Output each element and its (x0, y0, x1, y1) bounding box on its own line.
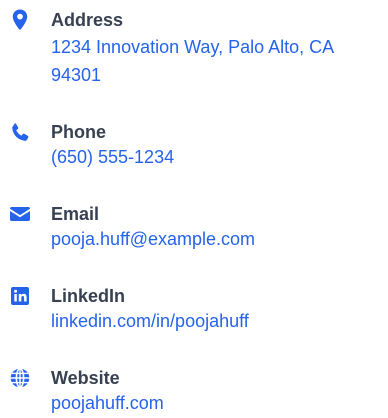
website-link[interactable]: poojahuff.com (51, 389, 386, 417)
address-label: Address (51, 10, 124, 30)
linkedin-link[interactable]: linkedin.com/in/poojahuff (51, 307, 386, 335)
linkedin-icon (8, 284, 32, 308)
website-label: Website (51, 368, 120, 388)
phone-link[interactable]: (650) 555-1234 (51, 143, 386, 171)
email-link[interactable]: pooja.huff@example.com (51, 225, 386, 253)
phone-label: Phone (51, 122, 107, 142)
envelope-icon (8, 202, 32, 226)
linkedin-label: LinkedIn (51, 286, 126, 306)
address-value: 1234 Innovation Way, Palo Alto, CA 94301 (51, 37, 334, 85)
globe-icon (8, 366, 32, 390)
phone-icon (8, 121, 32, 145)
map-pin-icon (8, 8, 32, 32)
email-label: Email (51, 204, 100, 224)
